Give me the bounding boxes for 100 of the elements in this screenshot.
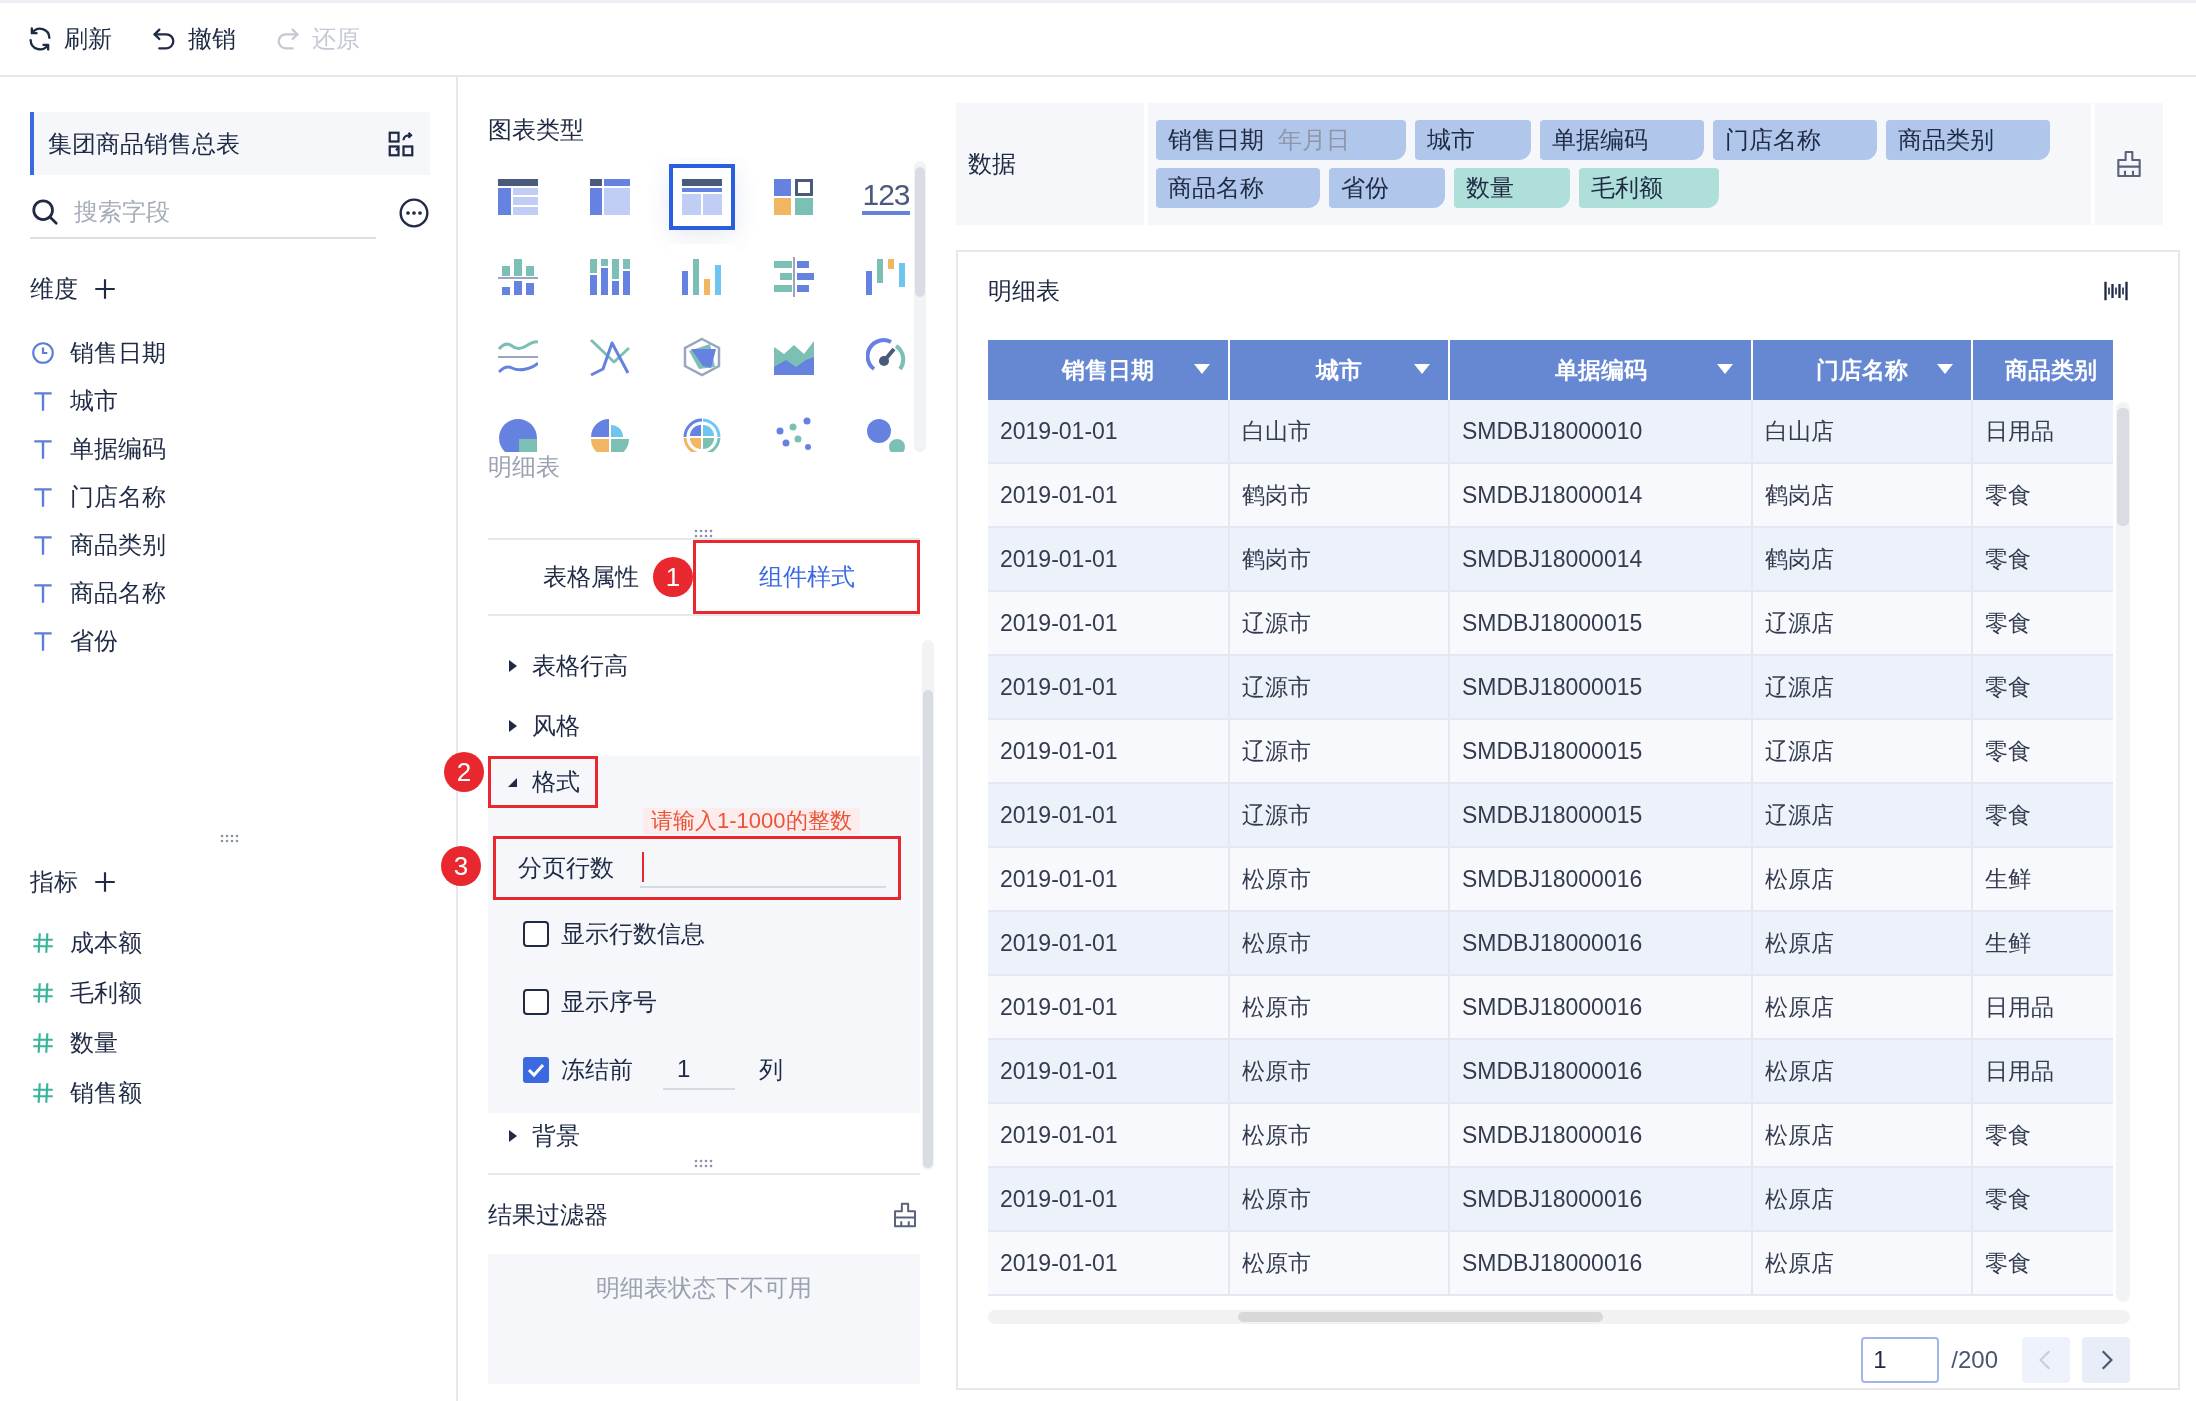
number-label: 123 <box>862 179 910 215</box>
bubble-chart-icon <box>866 417 906 452</box>
field-name[interactable]: 门店名称 <box>70 481 166 513</box>
field-name[interactable]: 商品类别 <box>70 529 166 561</box>
field-tag[interactable]: 门店名称 <box>1713 120 1877 160</box>
tag-label: 销售日期 <box>1168 125 1264 155</box>
field-tag[interactable]: 省份 <box>1329 168 1445 208</box>
detail-table-icon <box>682 177 722 217</box>
checkbox[interactable] <box>523 1057 549 1083</box>
refresh-button[interactable]: 刷新 <box>26 23 112 55</box>
field-tag[interactable]: 销售日期 年月日 <box>1156 120 1406 160</box>
error-message: 请输入1-1000的整数 <box>643 808 860 834</box>
section-title: 指标 <box>30 867 78 897</box>
card-title: 明细表 <box>988 276 1060 306</box>
page-input[interactable]: 1 <box>1861 1337 1940 1383</box>
table-cell: 松原市 <box>1230 1232 1450 1296</box>
field-name[interactable]: 商品名称 <box>70 577 166 609</box>
hash-icon <box>30 930 56 956</box>
section-title: 维度 <box>30 274 78 304</box>
mirror-bar-chart-icon <box>774 257 814 297</box>
column-title: 城市 <box>1316 355 1362 385</box>
checkbox[interactable] <box>523 989 549 1015</box>
resize-handle[interactable] <box>220 833 240 843</box>
grouped-table-icon <box>498 177 538 217</box>
annotation-badge: 1 <box>653 557 693 597</box>
field-tag[interactable]: 单据编码 <box>1540 120 1704 160</box>
section-toggle[interactable]: 格式 <box>488 756 598 808</box>
number-field[interactable]: 1 <box>663 1050 735 1090</box>
dropdown-arrow-icon[interactable] <box>1717 364 1733 374</box>
search-field[interactable]: 搜索字段 <box>72 197 356 227</box>
field-tag[interactable]: 数量 <box>1454 168 1570 208</box>
field-tag[interactable]: 城市 <box>1415 120 1531 160</box>
split-bar-chart-icon <box>498 257 538 297</box>
page-total: /200 <box>1951 1346 1998 1374</box>
scrollbar[interactable] <box>988 1310 2130 1324</box>
tag-label: 城市 <box>1427 125 1475 155</box>
dropdown-arrow-icon[interactable] <box>1937 364 1953 374</box>
scrollbar[interactable] <box>2116 402 2130 1302</box>
scrollbar[interactable] <box>922 640 934 1170</box>
disabled-message: 明细表状态下不可用 <box>596 1273 812 1302</box>
field-name[interactable]: 毛利额 <box>70 977 142 1009</box>
table-cell: 松原店 <box>1753 1232 1973 1296</box>
crosstab-icon <box>590 177 630 217</box>
tag-label: 省份 <box>1341 173 1389 203</box>
field-name[interactable]: 省份 <box>70 625 118 657</box>
chart-type-name: 明细表 <box>488 452 561 482</box>
hash-icon <box>30 1080 56 1106</box>
tag-label: 数量 <box>1466 173 1514 203</box>
field-name[interactable]: 销售日期 <box>70 337 166 369</box>
field-name[interactable]: 销售额 <box>70 1077 142 1109</box>
section-title: 结果过滤器 <box>488 1199 608 1230</box>
resize-handle[interactable] <box>694 529 714 538</box>
field-name[interactable]: 数量 <box>70 1027 118 1059</box>
tag-label: 商品类别 <box>1898 125 1994 155</box>
tag-label: 毛利额 <box>1591 173 1663 203</box>
field-tag[interactable]: 商品类别 <box>1886 120 2050 160</box>
checkbox[interactable] <box>523 921 549 947</box>
section-toggle[interactable]: 表格行高 <box>488 640 646 692</box>
clock-icon <box>30 340 56 366</box>
field-name[interactable]: 单据编码 <box>70 433 166 465</box>
next-page-button[interactable] <box>2082 1337 2130 1383</box>
dropdown-arrow-icon[interactable] <box>1414 364 1430 374</box>
annotation-badge: 3 <box>441 846 481 886</box>
field-label: 分页行数 <box>518 853 614 883</box>
column-title: 商品类别 <box>2004 355 2097 385</box>
tab[interactable]: 组件样式 <box>693 540 920 614</box>
field-tag[interactable]: 商品名称 <box>1156 168 1320 208</box>
section-title: 图表类型 <box>488 115 585 145</box>
field-tag[interactable]: 毛利额 <box>1579 168 1719 208</box>
add-icon[interactable] <box>92 276 118 302</box>
resize-handle[interactable] <box>694 1159 714 1168</box>
annotation-badge: 2 <box>444 752 484 792</box>
unit-label: 列 <box>759 1055 783 1085</box>
tag-label: 商品名称 <box>1168 173 1264 203</box>
dropdown-arrow-icon[interactable] <box>1194 364 1210 374</box>
add-icon[interactable] <box>92 869 118 895</box>
column-title: 门店名称 <box>1816 355 1908 385</box>
date-granularity: 年月日 <box>1278 125 1350 155</box>
field-name[interactable]: 成本额 <box>70 927 142 959</box>
column-title: 单据编码 <box>1554 355 1647 385</box>
dataset-title: 集团商品销售总表 <box>48 128 240 159</box>
scatter-plot-icon <box>774 417 814 452</box>
panel-label: 数据 <box>968 149 1016 179</box>
section-toggle[interactable]: 背景 <box>488 1110 598 1162</box>
more-icon[interactable] <box>398 197 430 229</box>
section-toggle[interactable]: 风格 <box>488 700 598 752</box>
ring-chart-icon <box>682 417 722 452</box>
hash-icon <box>30 980 56 1006</box>
quarter-pie-chart-icon <box>590 417 630 452</box>
tag-label: 门店名称 <box>1725 125 1821 155</box>
pie-chart-icon <box>498 417 538 452</box>
scrollbar[interactable] <box>914 161 926 452</box>
range-bar-chart-icon <box>866 257 906 297</box>
radar-chart-icon <box>682 337 722 377</box>
table-cell: 2019-01-01 <box>988 1232 1230 1296</box>
tab[interactable]: 表格属性 <box>528 540 653 614</box>
undo-button[interactable]: 撤销 <box>150 23 236 55</box>
column-title: 销售日期 <box>1062 355 1154 385</box>
field-name[interactable]: 城市 <box>70 385 118 417</box>
chart-type-button[interactable] <box>669 164 735 230</box>
